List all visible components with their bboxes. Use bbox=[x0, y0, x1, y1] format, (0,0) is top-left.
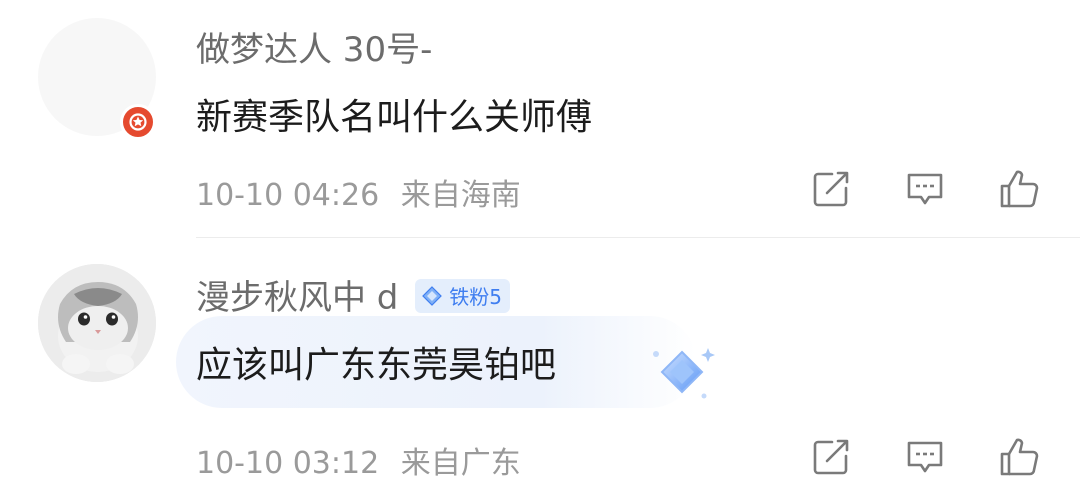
username[interactable]: 做梦达人 30号- bbox=[196, 22, 432, 71]
comment-meta: 10-10 04:26 来自海南 bbox=[196, 170, 521, 214]
avatar[interactable] bbox=[38, 264, 156, 382]
comment-time: 10-10 03:12 bbox=[196, 446, 380, 481]
comment-actions bbox=[810, 168, 1040, 210]
comment-actions bbox=[810, 436, 1040, 478]
comment-item: 做梦达人 30号- 新赛季队名叫什么关师傅 10-10 04:26 来自海南 bbox=[0, 0, 1080, 238]
share-icon[interactable] bbox=[810, 168, 852, 210]
comment-time: 10-10 04:26 bbox=[196, 178, 380, 213]
fan-level-text: 铁粉5 bbox=[449, 285, 502, 309]
like-icon[interactable] bbox=[998, 436, 1040, 478]
diamond-decoration-icon bbox=[644, 342, 720, 406]
comment-location: 来自广东 bbox=[400, 446, 521, 481]
share-icon[interactable] bbox=[810, 436, 852, 478]
comment-icon[interactable] bbox=[904, 436, 946, 478]
comment-item: 漫步秋风中 d 铁粉5 应该叫广东东莞昊铂吧 10-10 03:12 来自广东 bbox=[0, 238, 1080, 498]
fan-level-badge[interactable]: 铁粉5 bbox=[415, 278, 510, 313]
diamond-icon bbox=[422, 285, 443, 306]
comment-location: 来自海南 bbox=[400, 178, 521, 213]
comment-text: 应该叫广东东莞昊铂吧 bbox=[196, 345, 557, 386]
comment-icon[interactable] bbox=[904, 168, 946, 210]
username[interactable]: 漫步秋风中 d 铁粉5 bbox=[196, 270, 510, 319]
like-icon[interactable] bbox=[998, 168, 1040, 210]
comment-text: 新赛季队名叫什么关师傅 bbox=[196, 97, 593, 138]
username-text[interactable]: 漫步秋风中 d bbox=[196, 278, 398, 318]
comment-meta: 10-10 03:12 来自广东 bbox=[196, 438, 521, 482]
verified-badge-icon bbox=[120, 104, 156, 140]
